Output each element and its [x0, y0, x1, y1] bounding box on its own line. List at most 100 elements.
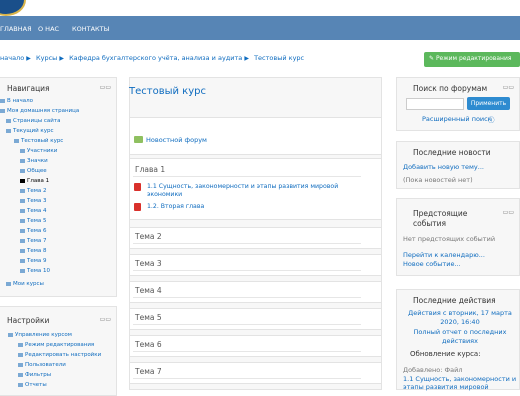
divider: [133, 270, 361, 271]
block-controls-icon[interactable]: ▭▭: [100, 316, 111, 323]
calendar-link[interactable]: Перейти к календарю...: [403, 251, 485, 259]
settings-users[interactable]: Пользователи: [18, 362, 66, 368]
folder-icon: [20, 158, 25, 163]
folder-icon: [20, 208, 25, 213]
topic-title: Тема 7: [135, 367, 162, 376]
folder-icon: [18, 382, 23, 387]
block-controls-icon[interactable]: ▭▭: [100, 84, 111, 91]
nav-item-topic-3[interactable]: Тема 3: [20, 198, 47, 204]
site-logo[interactable]: [0, 0, 26, 16]
breadcrumb-home[interactable]: начало: [0, 54, 24, 62]
block-controls-icon[interactable]: ▭▭: [503, 84, 514, 91]
nav-home[interactable]: ГЛАВНАЯ: [0, 25, 32, 33]
nav-item-topic-5[interactable]: Тема 5: [20, 218, 47, 224]
edit-mode-label: Режим редактирования: [435, 55, 512, 62]
added-file-text: Добавлено: Файл: [403, 366, 463, 374]
nav-item-dashboard[interactable]: Моя домашняя страница: [0, 108, 79, 114]
nav-item-topic-6[interactable]: Тема 6: [20, 228, 47, 234]
folder-icon: [20, 258, 25, 263]
no-events-text: Нет предстоящих событий: [403, 235, 496, 243]
events-title: Предстоящие события: [413, 209, 468, 228]
forum-search-button[interactable]: Применить: [467, 97, 510, 110]
settings-title: Настройки: [7, 316, 50, 325]
folder-icon: [20, 178, 25, 183]
nav-item-site-pages[interactable]: Страницы сайта: [6, 118, 60, 124]
breadcrumb-department[interactable]: Кафедра бухгалтерского учёта, анализа и …: [69, 54, 242, 62]
folder-icon: [20, 188, 25, 193]
folder-icon: [18, 362, 23, 367]
divider: [133, 297, 361, 298]
nav-item-topic-7[interactable]: Тема 7: [20, 238, 47, 244]
topic-title: Тема 6: [135, 340, 162, 349]
home-icon: [0, 98, 5, 103]
nav-item-my-courses[interactable]: Мои курсы: [6, 281, 44, 287]
topic-title: Тема 4: [135, 286, 162, 295]
full-report-link[interactable]: Полный отчет о последних действиях: [403, 328, 517, 346]
nav-item-chapter-1[interactable]: Глава 1: [20, 178, 49, 184]
folder-icon: [20, 218, 25, 223]
section-topic-7: Тема 7: [129, 362, 382, 384]
folder-icon: [20, 148, 25, 153]
nav-item-current-course[interactable]: Текущий курс: [6, 128, 54, 134]
course-updates-heading: Обновление курса:: [410, 350, 481, 358]
pdf-icon: [134, 203, 141, 211]
nav-item-topic-9[interactable]: Тема 9: [20, 258, 47, 264]
page-title: Тестовый курс: [129, 86, 206, 97]
added-file-link[interactable]: 1.1 Сущность, закономерности и этапы раз…: [403, 375, 517, 391]
navigation-title: Навигация: [7, 84, 50, 93]
breadcrumb-courses[interactable]: Курсы: [36, 54, 57, 62]
folder-icon: [6, 118, 11, 123]
settings-reports[interactable]: Отчеты: [18, 382, 47, 388]
folder-icon: [20, 168, 25, 173]
breadcrumb-course[interactable]: Тестовый курс: [254, 54, 304, 62]
forum-icon: [134, 136, 143, 143]
edit-mode-button[interactable]: ✎ Режим редактирования: [424, 52, 520, 67]
filter-icon: [18, 372, 23, 377]
nav-item-topic-2[interactable]: Тема 2: [20, 188, 47, 194]
chevron-right-icon: ▶: [244, 55, 249, 62]
nav-item-topic-4[interactable]: Тема 4: [20, 208, 47, 214]
nav-item-topic-10[interactable]: Тема 10: [20, 268, 50, 274]
breadcrumb: начало ▶ Курсы ▶ Кафедра бухгалтерского …: [0, 54, 304, 66]
news-title: Последние новости: [413, 148, 491, 157]
nav-item-topic-8[interactable]: Тема 8: [20, 248, 47, 254]
chevron-right-icon: ▶: [26, 55, 31, 62]
top-navbar: ГЛАВНАЯ О НАС КОНТАКТЫ: [0, 16, 520, 40]
advanced-search-link[interactable]: Расширенный поиск: [422, 115, 492, 123]
folder-icon: [20, 248, 25, 253]
settings-course-admin[interactable]: Управление курсом: [8, 332, 72, 338]
nav-item-test-course[interactable]: Тестовый курс: [14, 138, 63, 144]
home-icon: [0, 108, 5, 113]
nav-item-badges[interactable]: Значки: [20, 158, 48, 164]
new-event-link[interactable]: Новое событие...: [403, 260, 461, 268]
settings-edit-mode[interactable]: Режим редактирования: [18, 342, 94, 348]
block-controls-icon[interactable]: ▭▭: [503, 209, 514, 216]
folder-icon: [20, 198, 25, 203]
section-topic-4: Тема 4: [129, 281, 382, 303]
divider: [133, 378, 361, 379]
help-icon[interactable]: ⓘ: [488, 114, 495, 124]
nav-contacts[interactable]: КОНТАКТЫ: [72, 25, 109, 33]
nav-item-participants[interactable]: Участники: [20, 148, 57, 154]
divider: [133, 176, 361, 177]
folder-icon: [20, 238, 25, 243]
nav-item-general[interactable]: Общее: [20, 168, 47, 174]
section-chapter-1: Глава 1 1.1 Сущность, закономерности и э…: [129, 158, 382, 220]
folder-icon: [20, 228, 25, 233]
section-topic-5: Тема 5: [129, 308, 382, 330]
no-news-text: (Пока новостей нет): [403, 176, 473, 184]
forum-search-input[interactable]: [406, 98, 464, 110]
folder-icon: [14, 138, 19, 143]
settings-filters[interactable]: Фильтры: [18, 372, 51, 378]
nav-item-home[interactable]: В начало: [0, 98, 33, 104]
resource-link-1[interactable]: 1.1 Сущность, закономерности и этапы раз…: [147, 183, 352, 199]
edit-icon: ✎: [429, 55, 436, 62]
nav-about[interactable]: О НАС: [38, 25, 59, 33]
add-topic-link[interactable]: Добавить новую тему...: [403, 163, 484, 171]
settings-edit-settings[interactable]: Редактировать настройки: [18, 352, 101, 358]
divider: [133, 351, 361, 352]
topic-title: Тема 5: [135, 313, 162, 322]
section-general: Новостной форум: [129, 117, 382, 155]
resource-link-2[interactable]: 1.2. Вторая глава: [147, 203, 204, 210]
news-forum-link[interactable]: Новостной форум: [146, 136, 207, 144]
